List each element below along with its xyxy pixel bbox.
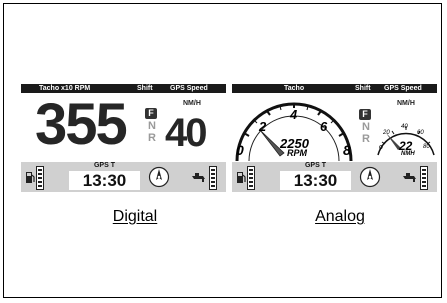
tacho-header-label: Tacho <box>284 85 305 92</box>
speed-tick-80: 80 <box>423 144 430 150</box>
fuel-level-gauge-icon <box>247 166 255 190</box>
gear-neutral-indicator: N <box>362 121 370 133</box>
shift-header-label: Shift <box>355 85 371 92</box>
rpm-unit-label: RPM <box>287 148 307 158</box>
gps-speed-header-label: GPS Speed <box>384 85 422 92</box>
gps-time-readout: 13:30 <box>280 171 351 190</box>
compass-icon <box>148 166 170 188</box>
trim-boat-icon <box>192 173 205 182</box>
gps-time-label: GPS T <box>93 162 115 169</box>
speed-unit-label: NM/H <box>397 100 415 107</box>
fuel-pump-icon <box>26 172 35 183</box>
gear-reverse-indicator: R <box>148 132 156 144</box>
gear-reverse-indicator: R <box>362 133 370 145</box>
compass-icon <box>359 166 381 188</box>
speed-digital-readout: 40 <box>165 111 207 155</box>
speed-tick-0: o <box>379 144 383 151</box>
speed-unit-label: NM/H <box>183 100 201 107</box>
analog-caption: Analog <box>315 208 365 225</box>
gear-neutral-indicator: N <box>148 120 156 132</box>
rpm-digital-readout: 355 <box>35 92 128 157</box>
analog-display-panel: Tacho Shift GPS Speed 0 2 4 6 8 2250 RPM… <box>232 84 437 192</box>
gps-speed-header-label: GPS Speed <box>170 85 208 92</box>
digital-display-panel: Tacho x10 RPM Shift GPS Speed 355 F N R … <box>21 84 226 192</box>
gear-forward-indicator: F <box>359 109 371 120</box>
speed-tick-40: 40 <box>401 124 408 130</box>
speed-tick-60: 60 <box>417 130 424 136</box>
gear-forward-indicator: F <box>145 108 157 119</box>
tacho-tick-8: 8 <box>343 142 351 158</box>
digital-caption: Digital <box>112 208 158 225</box>
gps-time-readout: 13:30 <box>69 171 140 190</box>
speed-sub-unit-label: NMH <box>401 151 415 157</box>
fuel-pump-icon <box>237 172 246 183</box>
tacho-tick-2: 2 <box>259 119 267 134</box>
tacho-tick-0: 0 <box>236 142 244 158</box>
shift-header-label: Shift <box>137 85 153 92</box>
trim-boat-icon <box>403 173 416 182</box>
speed-tick-20: 20 <box>383 130 390 136</box>
trim-level-gauge-icon <box>420 166 428 190</box>
gps-time-label: GPS T <box>304 162 326 169</box>
tacho-tick-6: 6 <box>320 119 328 134</box>
tacho-tick-4: 4 <box>290 107 298 122</box>
analog-header-bar: Tacho Shift GPS Speed <box>232 84 437 93</box>
trim-level-gauge-icon <box>209 166 217 190</box>
digital-bottom-bar: GPS T 13:30 <box>21 162 226 192</box>
analog-bottom-bar: GPS T 13:30 <box>232 162 437 192</box>
fuel-level-gauge-icon <box>36 166 44 190</box>
